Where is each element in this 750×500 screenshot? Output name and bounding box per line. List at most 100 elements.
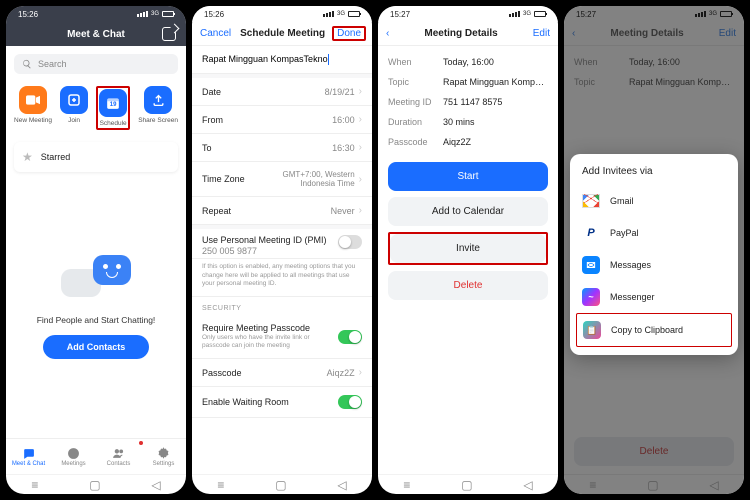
delete-button[interactable]: Delete (388, 271, 548, 300)
chevron-right-icon: › (359, 367, 362, 378)
passcode-row: PasscodeAiqz2Z (388, 132, 548, 152)
status-bar: 15:26 3G (192, 6, 372, 22)
waiting-toggle[interactable] (338, 395, 362, 409)
header-title: Meet & Chat (67, 29, 125, 40)
nav-recent-icon[interactable]: ≡ (217, 478, 224, 492)
nav-back-icon[interactable]: ◁ (151, 478, 160, 492)
tab-settings[interactable]: Settings (141, 439, 186, 474)
nav-home-icon[interactable]: ▢ (275, 478, 286, 492)
tab-bar: Meet & Chat Meetings Contacts Settings (6, 438, 186, 474)
section-security: SECURITY (192, 297, 372, 315)
pmi-toggle[interactable] (338, 235, 362, 249)
status-icons: 3G (323, 11, 360, 17)
messenger-icon: ~ (582, 288, 600, 306)
screen-details: 15:27 3G ‹ Meeting Details Edit WhenToda… (378, 6, 558, 494)
share-icon (152, 94, 165, 107)
date-row[interactable]: Date8/19/21› (192, 78, 372, 106)
require-passcode-row[interactable]: Require Meeting PasscodeOnly users who h… (192, 315, 372, 359)
share-screen-button[interactable]: Share Screen (138, 86, 178, 130)
add-calendar-button[interactable]: Add to Calendar (388, 197, 548, 226)
action-buttons: Start Add to Calendar Invite Delete (378, 162, 558, 300)
nav-back-icon[interactable]: ◁ (337, 478, 346, 492)
status-time: 15:27 (390, 10, 410, 19)
status-time: 15:26 (204, 10, 224, 19)
done-button[interactable]: Done (337, 28, 361, 39)
tab-meetings[interactable]: Meetings (51, 439, 96, 474)
when-row: WhenToday, 16:00 (388, 52, 548, 72)
edit-button[interactable]: Edit (533, 28, 550, 39)
share-sheet: Add Invitees via Gmail PPayPal ✉Messages… (570, 154, 738, 355)
from-row[interactable]: From16:00› (192, 106, 372, 134)
join-button[interactable]: Join (60, 86, 88, 130)
chevron-right-icon: › (359, 142, 362, 153)
badge-icon (139, 441, 143, 445)
invite-highlight: Invite (388, 232, 548, 265)
screen-schedule: 15:26 3G Cancel Schedule Meeting Done Ra… (192, 6, 372, 494)
status-bar: 15:26 3G (6, 6, 186, 22)
empty-text: Find People and Start Chatting! (37, 315, 156, 325)
passcode-row[interactable]: PasscodeAiqz2Z› (192, 359, 372, 387)
search-input[interactable]: Search (14, 54, 178, 74)
status-bar: 15:27 3G (378, 6, 558, 22)
tab-contacts[interactable]: Contacts (96, 439, 141, 474)
chevron-right-icon: › (359, 205, 362, 216)
cancel-button[interactable]: Cancel (200, 28, 231, 39)
waiting-room-row[interactable]: Enable Waiting Room (192, 387, 372, 418)
compose-icon[interactable] (162, 27, 176, 41)
nav-recent-icon[interactable]: ≡ (31, 478, 38, 492)
new-meeting-button[interactable]: New Meeting (14, 86, 52, 130)
nav-recent-icon[interactable]: ≡ (403, 478, 410, 492)
chevron-right-icon: › (359, 174, 362, 185)
schedule-highlight: 19 Schedule (96, 86, 130, 130)
chat-icon (22, 447, 35, 460)
android-nav: ≡ ▢ ◁ (192, 474, 372, 494)
opt-gmail[interactable]: Gmail (570, 185, 738, 217)
header: Meet & Chat (6, 22, 186, 46)
topic-input[interactable]: Rapat Mingguan KompasTekno (192, 46, 372, 74)
opt-messages[interactable]: ✉Messages (570, 249, 738, 281)
status-icons: 3G (137, 11, 174, 17)
status-time: 15:26 (18, 10, 38, 19)
id-row: Meeting ID751 1147 8575 (388, 92, 548, 112)
opt-messenger[interactable]: ~Messenger (570, 281, 738, 313)
schedule-button[interactable]: 19 Schedule (99, 89, 127, 127)
gear-icon (157, 447, 170, 460)
invite-button[interactable]: Invite (390, 234, 546, 263)
to-row[interactable]: To16:30› (192, 134, 372, 162)
pmi-row[interactable]: Use Personal Meeting ID (PMI)250 005 987… (192, 229, 372, 259)
repeat-row[interactable]: RepeatNever› (192, 197, 372, 225)
clipboard-icon: 📋 (583, 321, 601, 339)
search-placeholder: Search (38, 59, 67, 69)
form-scroll[interactable]: Rapat Mingguan KompasTekno Date8/19/21› … (192, 46, 372, 474)
screen-share-sheet: 15:27 3G ‹ Meeting Details Edit WhenToda… (564, 6, 744, 494)
back-button[interactable]: ‹ (386, 28, 389, 39)
passcode-toggle[interactable] (338, 330, 362, 344)
add-contacts-button[interactable]: Add Contacts (43, 335, 150, 359)
topic-row: TopicRapat Mingguan KompasTek... (388, 72, 548, 92)
header-title: Schedule Meeting (240, 28, 325, 39)
nav-home-icon[interactable]: ▢ (461, 478, 472, 492)
video-icon (26, 95, 40, 105)
android-nav: ≡ ▢ ◁ (378, 474, 558, 494)
contacts-icon (112, 447, 125, 460)
opt-paypal[interactable]: PPayPal (570, 217, 738, 249)
sheet-title: Add Invitees via (570, 162, 738, 185)
chevron-right-icon: › (359, 114, 362, 125)
paypal-icon: P (582, 224, 600, 242)
starred-label: Starred (41, 152, 71, 162)
screen-meet-chat: 15:26 3G Meet & Chat Search New Meeting … (6, 6, 186, 494)
opt-clipboard[interactable]: 📋Copy to Clipboard (577, 314, 731, 346)
header-title: Meeting Details (424, 28, 497, 39)
detail-list: WhenToday, 16:00 TopicRapat Mingguan Kom… (378, 46, 558, 162)
search-icon (22, 59, 32, 69)
tab-chat[interactable]: Meet & Chat (6, 439, 51, 474)
starred-row[interactable]: ★ Starred (14, 142, 178, 172)
start-button[interactable]: Start (388, 162, 548, 191)
chevron-right-icon: › (359, 86, 362, 97)
timezone-row[interactable]: Time ZoneGMT+7:00, Western Indonesia Tim… (192, 162, 372, 197)
nav-home-icon[interactable]: ▢ (89, 478, 100, 492)
plus-icon (68, 94, 80, 106)
duration-row: Duration30 mins (388, 112, 548, 132)
nav-back-icon[interactable]: ◁ (523, 478, 532, 492)
clipboard-highlight: 📋Copy to Clipboard (576, 313, 732, 347)
